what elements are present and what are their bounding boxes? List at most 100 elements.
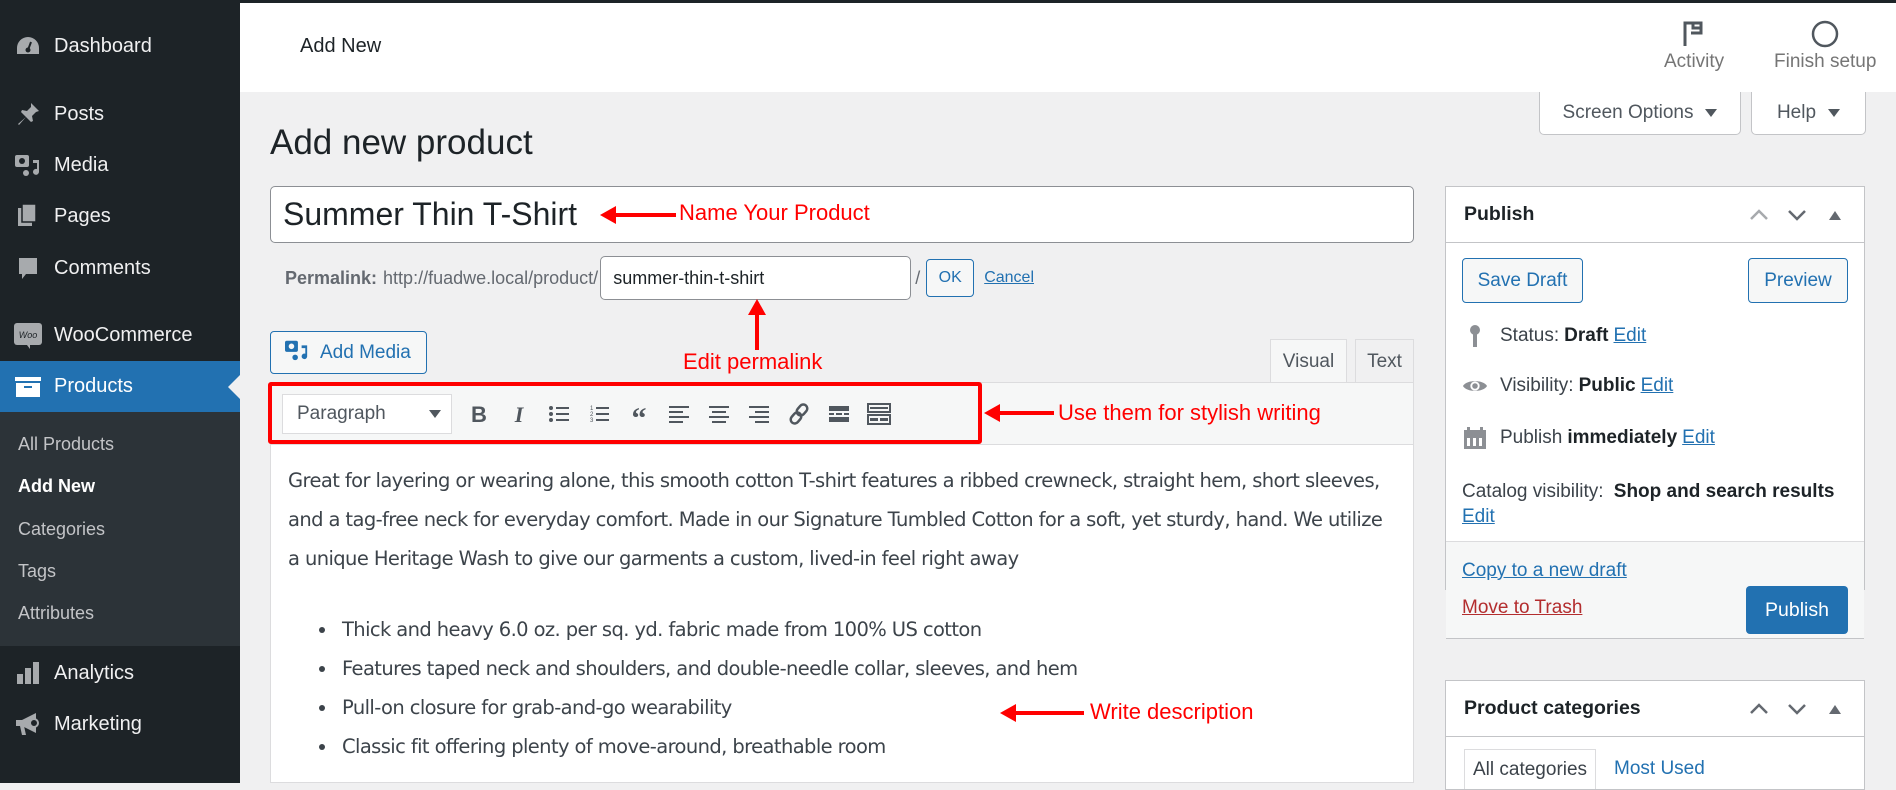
sidebar-item-products[interactable]: Products (0, 361, 240, 412)
caret-down-icon (1705, 109, 1718, 117)
pin-icon (13, 101, 43, 127)
save-draft-button[interactable]: Save Draft (1462, 258, 1583, 303)
catalog-visibility-label: Catalog visibility: (1462, 481, 1604, 502)
screen-options-button[interactable]: Screen Options (1539, 92, 1741, 135)
visibility-value: Public (1578, 375, 1636, 396)
italic-icon[interactable]: I (504, 399, 534, 429)
align-center-icon[interactable] (704, 399, 734, 429)
publish-date-row: Publish immediately Edit (1462, 426, 1715, 450)
submenu-tags[interactable]: Tags (18, 561, 56, 582)
permalink-cancel-link[interactable]: Cancel (984, 269, 1034, 287)
svg-text:“: “ (632, 404, 647, 424)
header-title: Add New (300, 35, 382, 57)
move-up-icon[interactable] (1748, 204, 1770, 226)
finish-setup-button[interactable]: Finish setup (1774, 17, 1876, 73)
annotation-toolbar-hint: Use them for stylish writing (1058, 400, 1321, 425)
sidebar-item-dashboard[interactable]: Dashboard (0, 21, 240, 71)
svg-text:B: B (471, 403, 487, 425)
help-button[interactable]: Help (1751, 92, 1866, 135)
toolbar-toggle-icon[interactable] (864, 399, 894, 429)
submenu-categories[interactable]: Categories (18, 519, 105, 540)
submenu-add-new[interactable]: Add New (18, 476, 95, 497)
collapse-toggle-icon[interactable] (1824, 698, 1846, 720)
edit-catalog-visibility-link[interactable]: Edit (1462, 506, 1495, 527)
current-menu-arrow (228, 374, 240, 399)
sidebar-item-marketing[interactable]: Marketing (0, 699, 240, 749)
sidebar-item-label: Media (54, 153, 109, 176)
annotation-write-description: Write description (1090, 699, 1254, 724)
numbered-list-icon[interactable]: 123 (584, 399, 614, 429)
permalink-ok-button[interactable]: OK (926, 259, 975, 297)
add-media-button[interactable]: Add Media (270, 331, 427, 374)
comment-icon (13, 255, 43, 281)
sidebar-item-woocommerce[interactable]: Woo WooCommerce (0, 310, 240, 360)
move-down-icon[interactable] (1786, 204, 1808, 226)
feature-list: Thick and heavy 6.0 oz. per sq. yd. fabr… (338, 610, 1393, 766)
visibility-row: Visibility: Public Edit (1462, 375, 1673, 397)
add-media-label: Add Media (320, 341, 411, 363)
annotation-arrow-permalink (748, 299, 766, 350)
pages-icon (13, 203, 43, 229)
sidebar-item-label: Pages (54, 204, 111, 227)
publish-date-value: immediately (1567, 427, 1678, 448)
copy-to-draft-link[interactable]: Copy to a new draft (1462, 560, 1627, 582)
publish-box-header: Publish (1446, 187, 1864, 243)
sidebar-item-label: Marketing (54, 712, 142, 735)
read-more-icon[interactable] (824, 399, 854, 429)
format-select[interactable]: Paragraph (282, 394, 452, 434)
submenu-all-products[interactable]: All Products (18, 434, 114, 455)
categories-title: Product categories (1464, 697, 1641, 719)
catalog-visibility-value: Shop and search results (1613, 481, 1835, 502)
activity-button[interactable]: Activity (1664, 17, 1724, 73)
move-to-trash-link[interactable]: Move to Trash (1462, 597, 1582, 619)
edit-visibility-link[interactable]: Edit (1641, 375, 1674, 397)
annotation-name-product: Name Your Product (679, 200, 870, 225)
publish-button[interactable]: Publish (1746, 586, 1848, 634)
sidebar-item-label: WooCommerce (54, 323, 193, 346)
annotation-arrow-name (600, 206, 676, 224)
blockquote-icon[interactable]: “ (624, 399, 654, 429)
tab-text[interactable]: Text (1355, 339, 1414, 383)
tab-visual[interactable]: Visual (1270, 339, 1347, 384)
caret-down-icon (1828, 109, 1841, 117)
preview-button[interactable]: Preview (1748, 258, 1848, 303)
align-left-icon[interactable] (664, 399, 694, 429)
svg-text:I: I (514, 403, 525, 425)
edit-publish-date-link[interactable]: Edit (1682, 427, 1715, 449)
key-pin-icon (1462, 324, 1488, 348)
align-right-icon[interactable] (744, 399, 774, 429)
progress-circle-icon (1810, 17, 1840, 51)
slug-input[interactable] (600, 256, 912, 300)
sidebar-item-analytics[interactable]: Analytics (0, 648, 240, 698)
sidebar-item-media[interactable]: Media (0, 140, 240, 190)
tab-most-used[interactable]: Most Used (1606, 749, 1713, 789)
bold-icon[interactable]: B (464, 399, 494, 429)
finish-setup-label: Finish setup (1774, 51, 1877, 72)
bullet-list-icon[interactable] (544, 399, 574, 429)
publish-box: Publish Save Draft Preview Status: Draft… (1445, 186, 1865, 590)
permalink-base: http://fuadwe.local/product/ (383, 267, 599, 288)
permalink-row: Permalink: http://fuadwe.local/product/ … (285, 256, 1034, 300)
move-down-icon[interactable] (1786, 698, 1808, 720)
submenu-attributes[interactable]: Attributes (18, 603, 94, 624)
sidebar-item-pages[interactable]: Pages (0, 191, 240, 241)
move-up-icon[interactable] (1748, 698, 1770, 720)
link-icon[interactable] (784, 399, 814, 429)
collapse-toggle-icon[interactable] (1824, 204, 1846, 226)
sidebar-item-comments[interactable]: Comments (0, 243, 240, 293)
permalink-label: Permalink: (285, 267, 378, 288)
svg-text:3: 3 (590, 418, 594, 424)
sidebar-item-label: Comments (54, 256, 151, 279)
page-title: Add new product (270, 123, 533, 162)
tab-all-categories[interactable]: All categories (1464, 749, 1597, 789)
list-item: Features taped neck and shoulders, and d… (338, 649, 1393, 688)
catalog-edit-wrap: Edit (1462, 506, 1495, 528)
edit-status-link[interactable]: Edit (1614, 325, 1647, 347)
sidebar-item-label: Products (54, 375, 133, 397)
bar-chart-icon (13, 660, 43, 686)
sidebar-item-label: Dashboard (54, 34, 152, 57)
sidebar-item-posts[interactable]: Posts (0, 89, 240, 139)
status-value: Draft (1564, 325, 1609, 346)
status-label: Status: (1500, 325, 1560, 346)
format-select-value: Paragraph (297, 403, 386, 424)
